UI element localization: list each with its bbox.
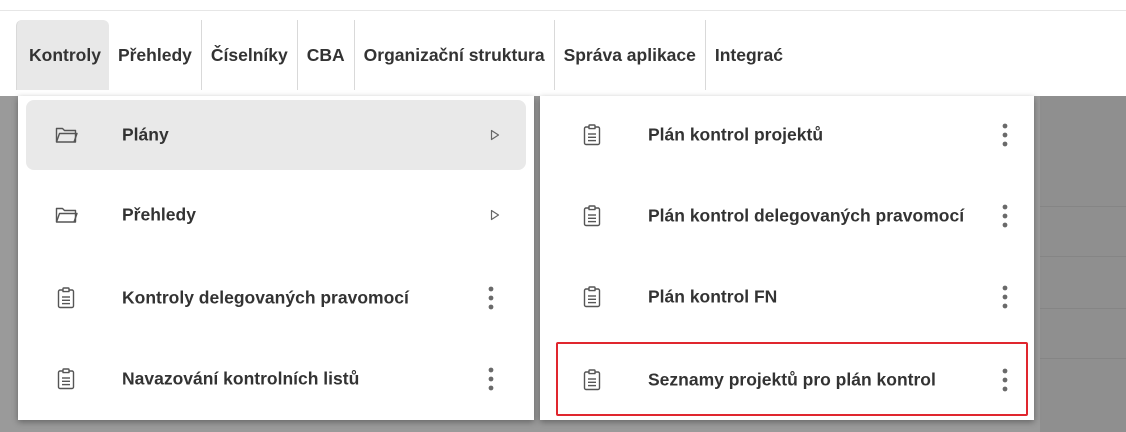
tab-cba[interactable]: CBA bbox=[296, 20, 354, 90]
submenu-arrow-icon bbox=[490, 209, 500, 221]
tab-sprava-aplikace[interactable]: Správa aplikace bbox=[553, 20, 705, 90]
menubar-divider bbox=[0, 10, 1126, 11]
menu-item-label: Kontroly delegovaných pravomocí bbox=[122, 287, 409, 308]
more-options-icon[interactable] bbox=[488, 366, 494, 392]
menu-item-label: Přehledy bbox=[122, 204, 196, 225]
menu-item-kontroly-delegovanych-pravomoci[interactable]: Kontroly delegovaných pravomocí bbox=[26, 260, 526, 336]
more-options-icon[interactable] bbox=[1002, 284, 1008, 310]
clipboard-icon bbox=[54, 286, 78, 310]
highlight-frame bbox=[556, 342, 1028, 416]
submenu-arrow-icon bbox=[490, 129, 500, 141]
more-options-icon[interactable] bbox=[1002, 122, 1008, 148]
kontroly-dropdown: Plány Přehledy Kontroly delegovaných pra… bbox=[18, 96, 534, 420]
tab-integrace[interactable]: Integrać bbox=[704, 20, 792, 90]
tab-kontroly[interactable]: Kontroly bbox=[16, 20, 109, 90]
background-row-line bbox=[1040, 206, 1126, 207]
background-row-line bbox=[1040, 256, 1126, 257]
menu-item-navazovani-kontrolnich-listu[interactable]: Navazování kontrolních listů bbox=[26, 344, 526, 414]
main-menu-tabs: Kontroly Přehledy Číselníky CBA Organiza… bbox=[16, 20, 792, 90]
menu-item-label: Navazování kontrolních listů bbox=[122, 368, 360, 389]
background-content bbox=[1040, 96, 1126, 432]
folder-icon bbox=[54, 203, 78, 227]
tab-prehledy[interactable]: Přehledy bbox=[109, 20, 201, 90]
menu-item-plan-kontrol-delegovanych-pravomoci[interactable]: Plán kontrol delegovaných pravomocí bbox=[548, 176, 1026, 256]
more-options-icon[interactable] bbox=[488, 285, 494, 311]
clipboard-icon bbox=[580, 285, 604, 309]
menu-item-label: Plán kontrol delegovaných pravomocí bbox=[648, 205, 965, 226]
menu-item-plany[interactable]: Plány bbox=[26, 100, 526, 170]
menu-item-plan-kontrol-projektu[interactable]: Plán kontrol projektů bbox=[548, 100, 1026, 170]
menu-item-plan-kontrol-fn[interactable]: Plán kontrol FN bbox=[548, 262, 1026, 332]
top-menubar: Kontroly Přehledy Číselníky CBA Organiza… bbox=[0, 0, 1126, 96]
menu-item-prehledy[interactable]: Přehledy bbox=[26, 180, 526, 250]
clipboard-icon bbox=[580, 204, 604, 228]
menu-item-label: Plány bbox=[122, 124, 169, 145]
clipboard-icon bbox=[580, 123, 604, 147]
tab-ciselniky[interactable]: Číselníky bbox=[200, 20, 297, 90]
tab-organizacni-struktura[interactable]: Organizační struktura bbox=[353, 20, 554, 90]
background-row-line bbox=[1040, 308, 1126, 309]
clipboard-icon bbox=[54, 367, 78, 391]
background-row-line bbox=[1040, 358, 1126, 359]
menu-item-label: Plán kontrol FN bbox=[648, 286, 778, 307]
more-options-icon[interactable] bbox=[1002, 203, 1008, 229]
folder-icon bbox=[54, 123, 78, 147]
menu-item-label: Plán kontrol projektů bbox=[648, 124, 824, 145]
